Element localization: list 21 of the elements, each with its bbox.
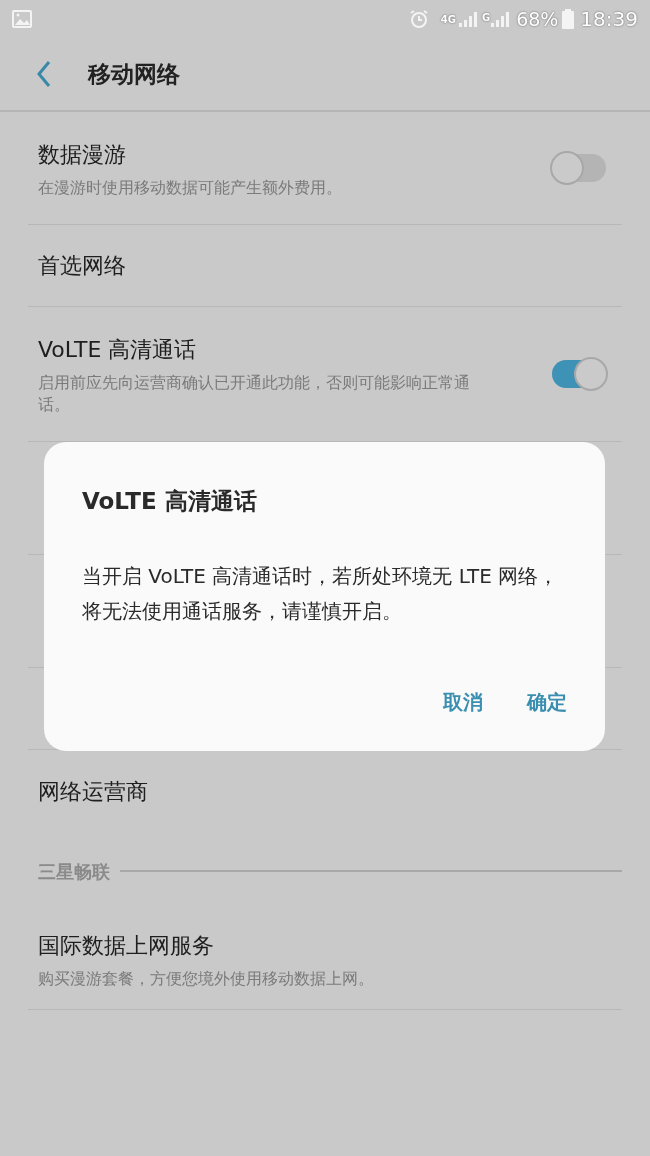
- dialog-button[interactable]: 取消: [441, 687, 485, 717]
- dialog-title: VoLTE 高清通话: [82, 487, 258, 516]
- setting-description: 购买漫游套餐，方便您境外使用移动数据上网。: [38, 968, 375, 990]
- setting-title[interactable]: 国际数据上网服务: [38, 929, 608, 962]
- setting-description: 启用前应先向运营商确认已开通此功能，否则可能影响正常通话。: [38, 371, 471, 416]
- setting-title[interactable]: 数据漫游: [38, 137, 550, 171]
- toggle-switch[interactable]: [550, 357, 608, 391]
- image-icon: [12, 10, 32, 28]
- setting-title[interactable]: 首选网络: [38, 249, 608, 282]
- signal-icon: [490, 11, 511, 27]
- setting-title[interactable]: VoLTE 高清通话: [38, 332, 550, 366]
- section-header: 三星畅联: [38, 859, 110, 884]
- page-title: 移动网络: [88, 59, 180, 89]
- alarm-icon: [408, 9, 429, 29]
- dialog-message: 当开启 VoLTE 高清通话时，若所处环境无 LTE 网络，将无法使用通话服务，请谨慎开启。: [82, 562, 560, 625]
- dialog-button[interactable]: 确定: [525, 687, 569, 717]
- battery-icon: [562, 9, 575, 29]
- signal-icon: [457, 11, 478, 27]
- setting-title[interactable]: 网络运营商: [38, 774, 608, 808]
- toggle-switch[interactable]: [550, 151, 608, 185]
- setting-description: 在漫游时使用移动数据可能产生额外费用。: [38, 176, 343, 199]
